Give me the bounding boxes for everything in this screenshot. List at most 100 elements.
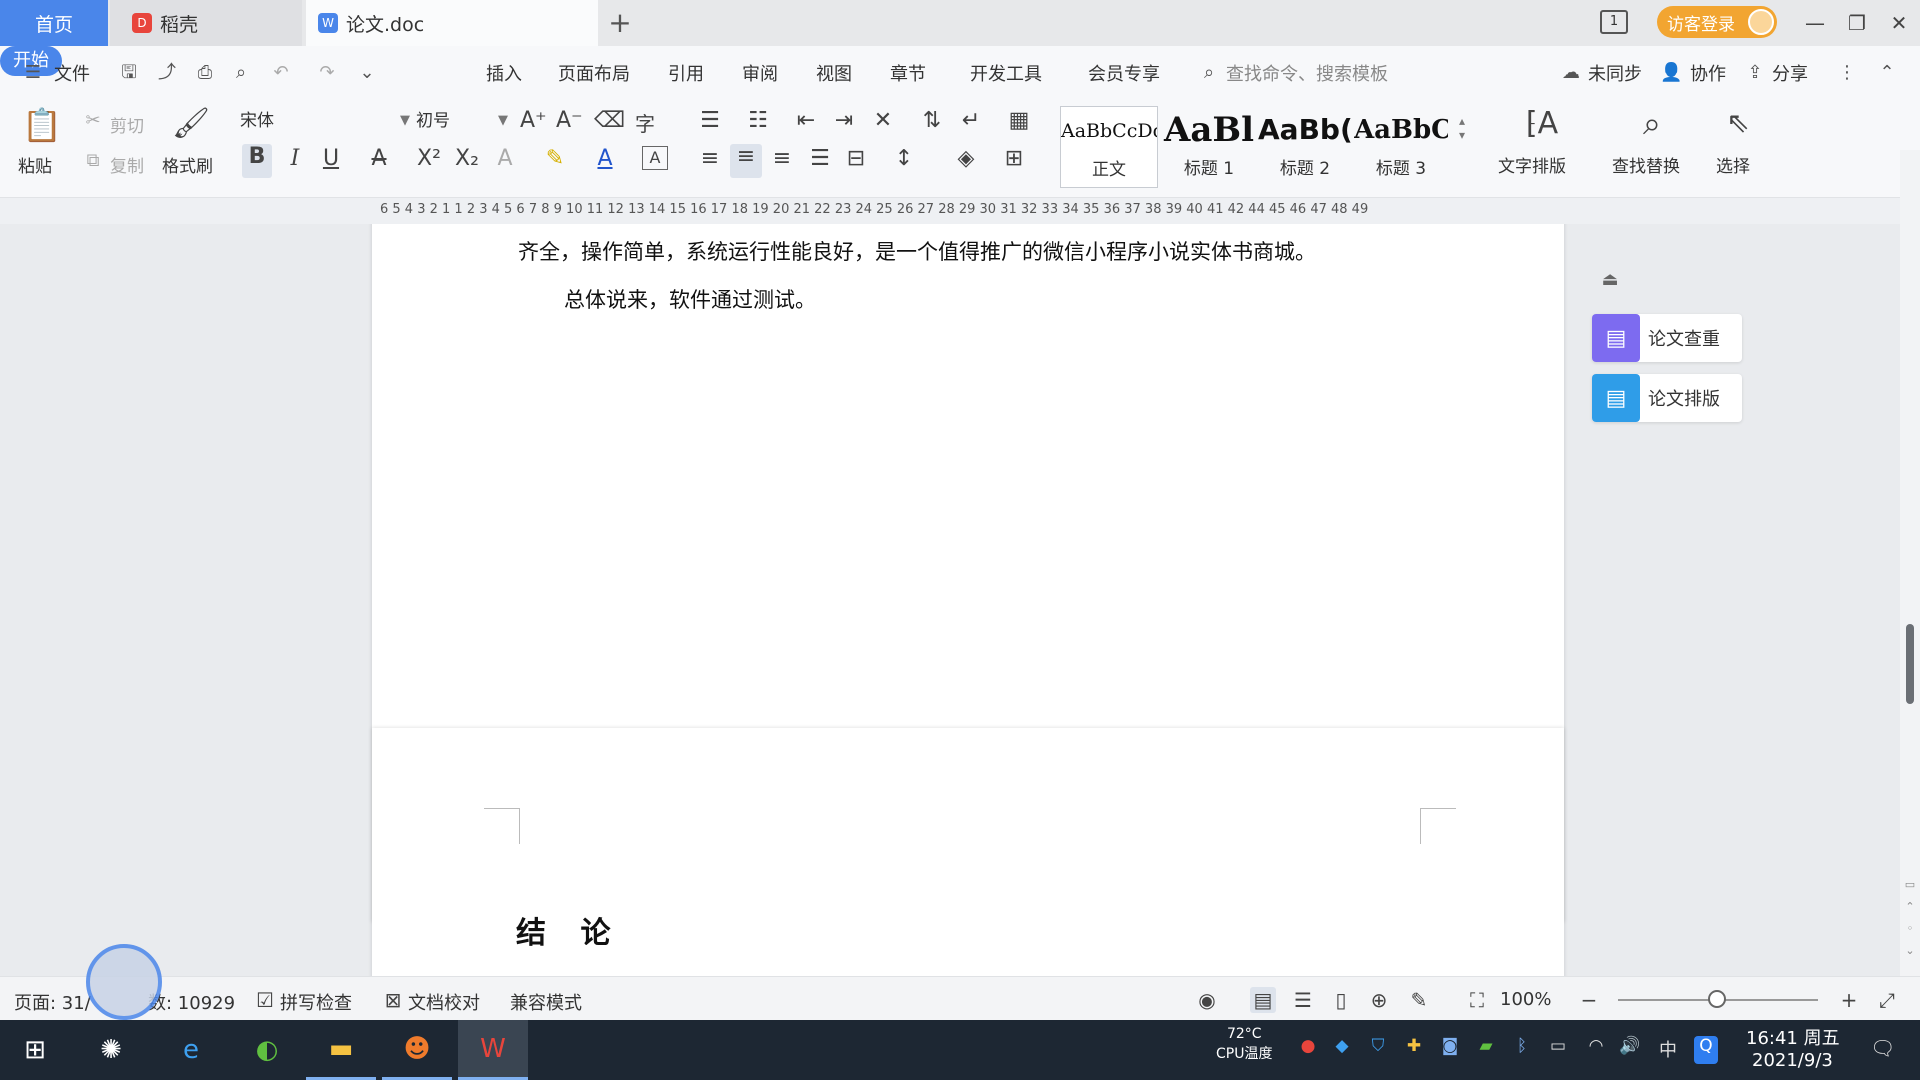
- paragraph-line[interactable]: 总体说来，软件通过测试。: [564, 284, 816, 314]
- spell-check-button[interactable]: 拼写检查: [280, 989, 352, 1015]
- zoom-in-icon[interactable]: +: [1836, 987, 1862, 1013]
- style-gallery-scroll-icon[interactable]: ▴ ▾: [1454, 114, 1470, 142]
- select-button[interactable]: 选择: [1716, 152, 1750, 177]
- file-explorer-icon[interactable]: ▬: [306, 1020, 376, 1080]
- nvidia-icon[interactable]: ▰: [1474, 1036, 1498, 1064]
- save-icon[interactable]: 🖫: [118, 62, 140, 84]
- font-size-select[interactable]: 初号 ▼: [416, 106, 508, 136]
- paper-layout-button[interactable]: ▤ 论文排版: [1592, 374, 1742, 422]
- share-button[interactable]: 分享: [1772, 60, 1808, 86]
- notification-center-icon[interactable]: 🗨: [1870, 1036, 1895, 1064]
- shading-icon[interactable]: ◈: [952, 146, 980, 171]
- ie-browser-icon[interactable]: e: [156, 1020, 226, 1080]
- pinwheel-app-icon[interactable]: ✺: [76, 1020, 146, 1080]
- menu-member[interactable]: 会员专享: [1088, 60, 1160, 86]
- font-color-icon[interactable]: A: [592, 146, 618, 171]
- app-avatar-icon[interactable]: ☻: [382, 1020, 452, 1080]
- copy-button[interactable]: 复制: [110, 152, 144, 177]
- menu-developer[interactable]: 开发工具: [970, 60, 1042, 86]
- subscript-icon[interactable]: X₂: [452, 146, 482, 171]
- font-name-select[interactable]: 宋体 ▼: [240, 106, 410, 136]
- paste-icon[interactable]: 📋: [22, 106, 62, 146]
- superscript-icon[interactable]: X²: [414, 146, 444, 171]
- chinese-layout-icon[interactable]: ✕: [868, 108, 898, 133]
- text-effect-icon[interactable]: A: [492, 146, 518, 171]
- paste-button[interactable]: 粘贴: [18, 152, 52, 177]
- tray-app-icon[interactable]: ◙: [1438, 1036, 1462, 1064]
- restore-button[interactable]: ❐: [1842, 8, 1872, 38]
- collaborate-button[interactable]: 协作: [1690, 60, 1726, 86]
- italic-icon[interactable]: I: [282, 146, 308, 171]
- line-spacing-icon[interactable]: ↕: [890, 146, 918, 171]
- word-count[interactable]: 数: 10929: [148, 989, 235, 1015]
- char-border-icon[interactable]: A: [642, 146, 668, 170]
- minimize-button[interactable]: —: [1800, 8, 1830, 38]
- clock-date[interactable]: 2021/9/3: [1752, 1050, 1833, 1071]
- print-preview-icon[interactable]: ⌕: [230, 62, 252, 84]
- style-heading-3[interactable]: AaBbC 标题 3: [1354, 106, 1448, 188]
- wifi-icon[interactable]: ◠: [1584, 1036, 1608, 1064]
- show-marks-icon[interactable]: ↵: [956, 108, 986, 133]
- new-tab-button[interactable]: +: [603, 6, 637, 40]
- collapse-panel-icon[interactable]: ⏏: [1592, 262, 1628, 298]
- zoom-level-select[interactable]: 100%: [1500, 989, 1551, 1010]
- more-icon[interactable]: ⋮: [1836, 62, 1858, 84]
- chevron-down-icon[interactable]: ⌄: [356, 62, 378, 84]
- menu-review[interactable]: 审阅: [742, 60, 778, 86]
- highlight-icon[interactable]: ✎: [542, 146, 568, 171]
- align-center-icon[interactable]: ≡: [730, 144, 762, 178]
- battery-icon[interactable]: ▭: [1546, 1036, 1570, 1064]
- menu-view[interactable]: 视图: [816, 60, 852, 86]
- text-layout-button[interactable]: 文字排版: [1498, 152, 1566, 177]
- security-shield-icon[interactable]: ⛉: [1366, 1036, 1390, 1064]
- window-layout-icon[interactable]: 1: [1600, 10, 1628, 34]
- paragraph-line[interactable]: 齐全，操作简单，系统运行性能良好，是一个值得推广的微信小程序小说实体书商城。: [518, 236, 1316, 266]
- eye-protection-icon[interactable]: ◉: [1194, 987, 1220, 1013]
- bluetooth-icon[interactable]: ᛒ: [1510, 1036, 1534, 1064]
- style-heading-1[interactable]: AaBl 标题 1: [1162, 106, 1256, 188]
- qq-tray-icon[interactable]: Q: [1694, 1036, 1718, 1064]
- bold-icon[interactable]: B: [242, 144, 272, 178]
- table-ruler-icon[interactable]: ▦: [1004, 108, 1034, 133]
- menu-references[interactable]: 引用: [668, 60, 704, 86]
- justify-icon[interactable]: ☰: [806, 146, 834, 171]
- phonetic-guide-icon[interactable]: 字: [630, 108, 660, 137]
- clock-time[interactable]: 16:41 周五: [1746, 1024, 1840, 1050]
- tab-document[interactable]: W 论文.doc: [306, 0, 598, 46]
- align-left-icon[interactable]: ≡: [696, 146, 724, 171]
- outline-view-icon[interactable]: ☰: [1290, 987, 1316, 1013]
- reading-view-icon[interactable]: ▯: [1328, 987, 1354, 1013]
- guest-login-button[interactable]: 访客登录: [1657, 6, 1777, 38]
- windows-start-icon[interactable]: ⊞: [0, 1020, 70, 1080]
- page-view-icon[interactable]: ▤: [1250, 987, 1276, 1013]
- decrease-indent-icon[interactable]: ⇤: [792, 108, 820, 133]
- doc-proof-button[interactable]: 文档校对: [408, 989, 480, 1015]
- scrollbar-thumb[interactable]: [1906, 624, 1914, 704]
- tray-app-icon[interactable]: ●: [1296, 1036, 1320, 1064]
- align-right-icon[interactable]: ≡: [768, 146, 796, 171]
- underline-icon[interactable]: U: [318, 146, 344, 171]
- page-nav-icons[interactable]: ▭ ⌃ ◦ ⌄: [1904, 874, 1916, 962]
- menu-chapter[interactable]: 章节: [890, 60, 926, 86]
- strikethrough-icon[interactable]: A: [366, 146, 392, 171]
- style-normal[interactable]: AaBbCcDd 正文: [1060, 106, 1158, 188]
- browser-icon[interactable]: ◐: [232, 1020, 302, 1080]
- web-view-icon[interactable]: ⊕: [1366, 987, 1392, 1013]
- paper-check-button[interactable]: ▤ 论文查重: [1592, 314, 1742, 362]
- cut-button[interactable]: 剪切: [110, 112, 144, 137]
- grow-font-icon[interactable]: A⁺: [520, 108, 547, 133]
- tray-app-icon[interactable]: ◆: [1330, 1036, 1354, 1064]
- zoom-slider-handle[interactable]: [1708, 990, 1726, 1008]
- distribute-icon[interactable]: ⊟: [842, 146, 870, 171]
- increase-indent-icon[interactable]: ⇥: [830, 108, 858, 133]
- tab-home[interactable]: 首页: [0, 0, 108, 46]
- sync-status-button[interactable]: 未同步: [1588, 60, 1642, 86]
- fullscreen-icon[interactable]: ⤢: [1874, 987, 1900, 1013]
- numbered-list-icon[interactable]: ☷: [744, 108, 772, 133]
- sort-icon[interactable]: ⇅: [918, 108, 946, 133]
- print-icon[interactable]: ⎙: [194, 62, 216, 84]
- shrink-font-icon[interactable]: A⁻: [556, 108, 583, 133]
- horizontal-ruler[interactable]: 6 5 4 3 2 1 1 2 3 4 5 6 7 8 9 10 11 12 1…: [0, 198, 1920, 224]
- volume-icon[interactable]: 🔊: [1618, 1036, 1642, 1064]
- borders-icon[interactable]: ⊞: [1000, 146, 1028, 171]
